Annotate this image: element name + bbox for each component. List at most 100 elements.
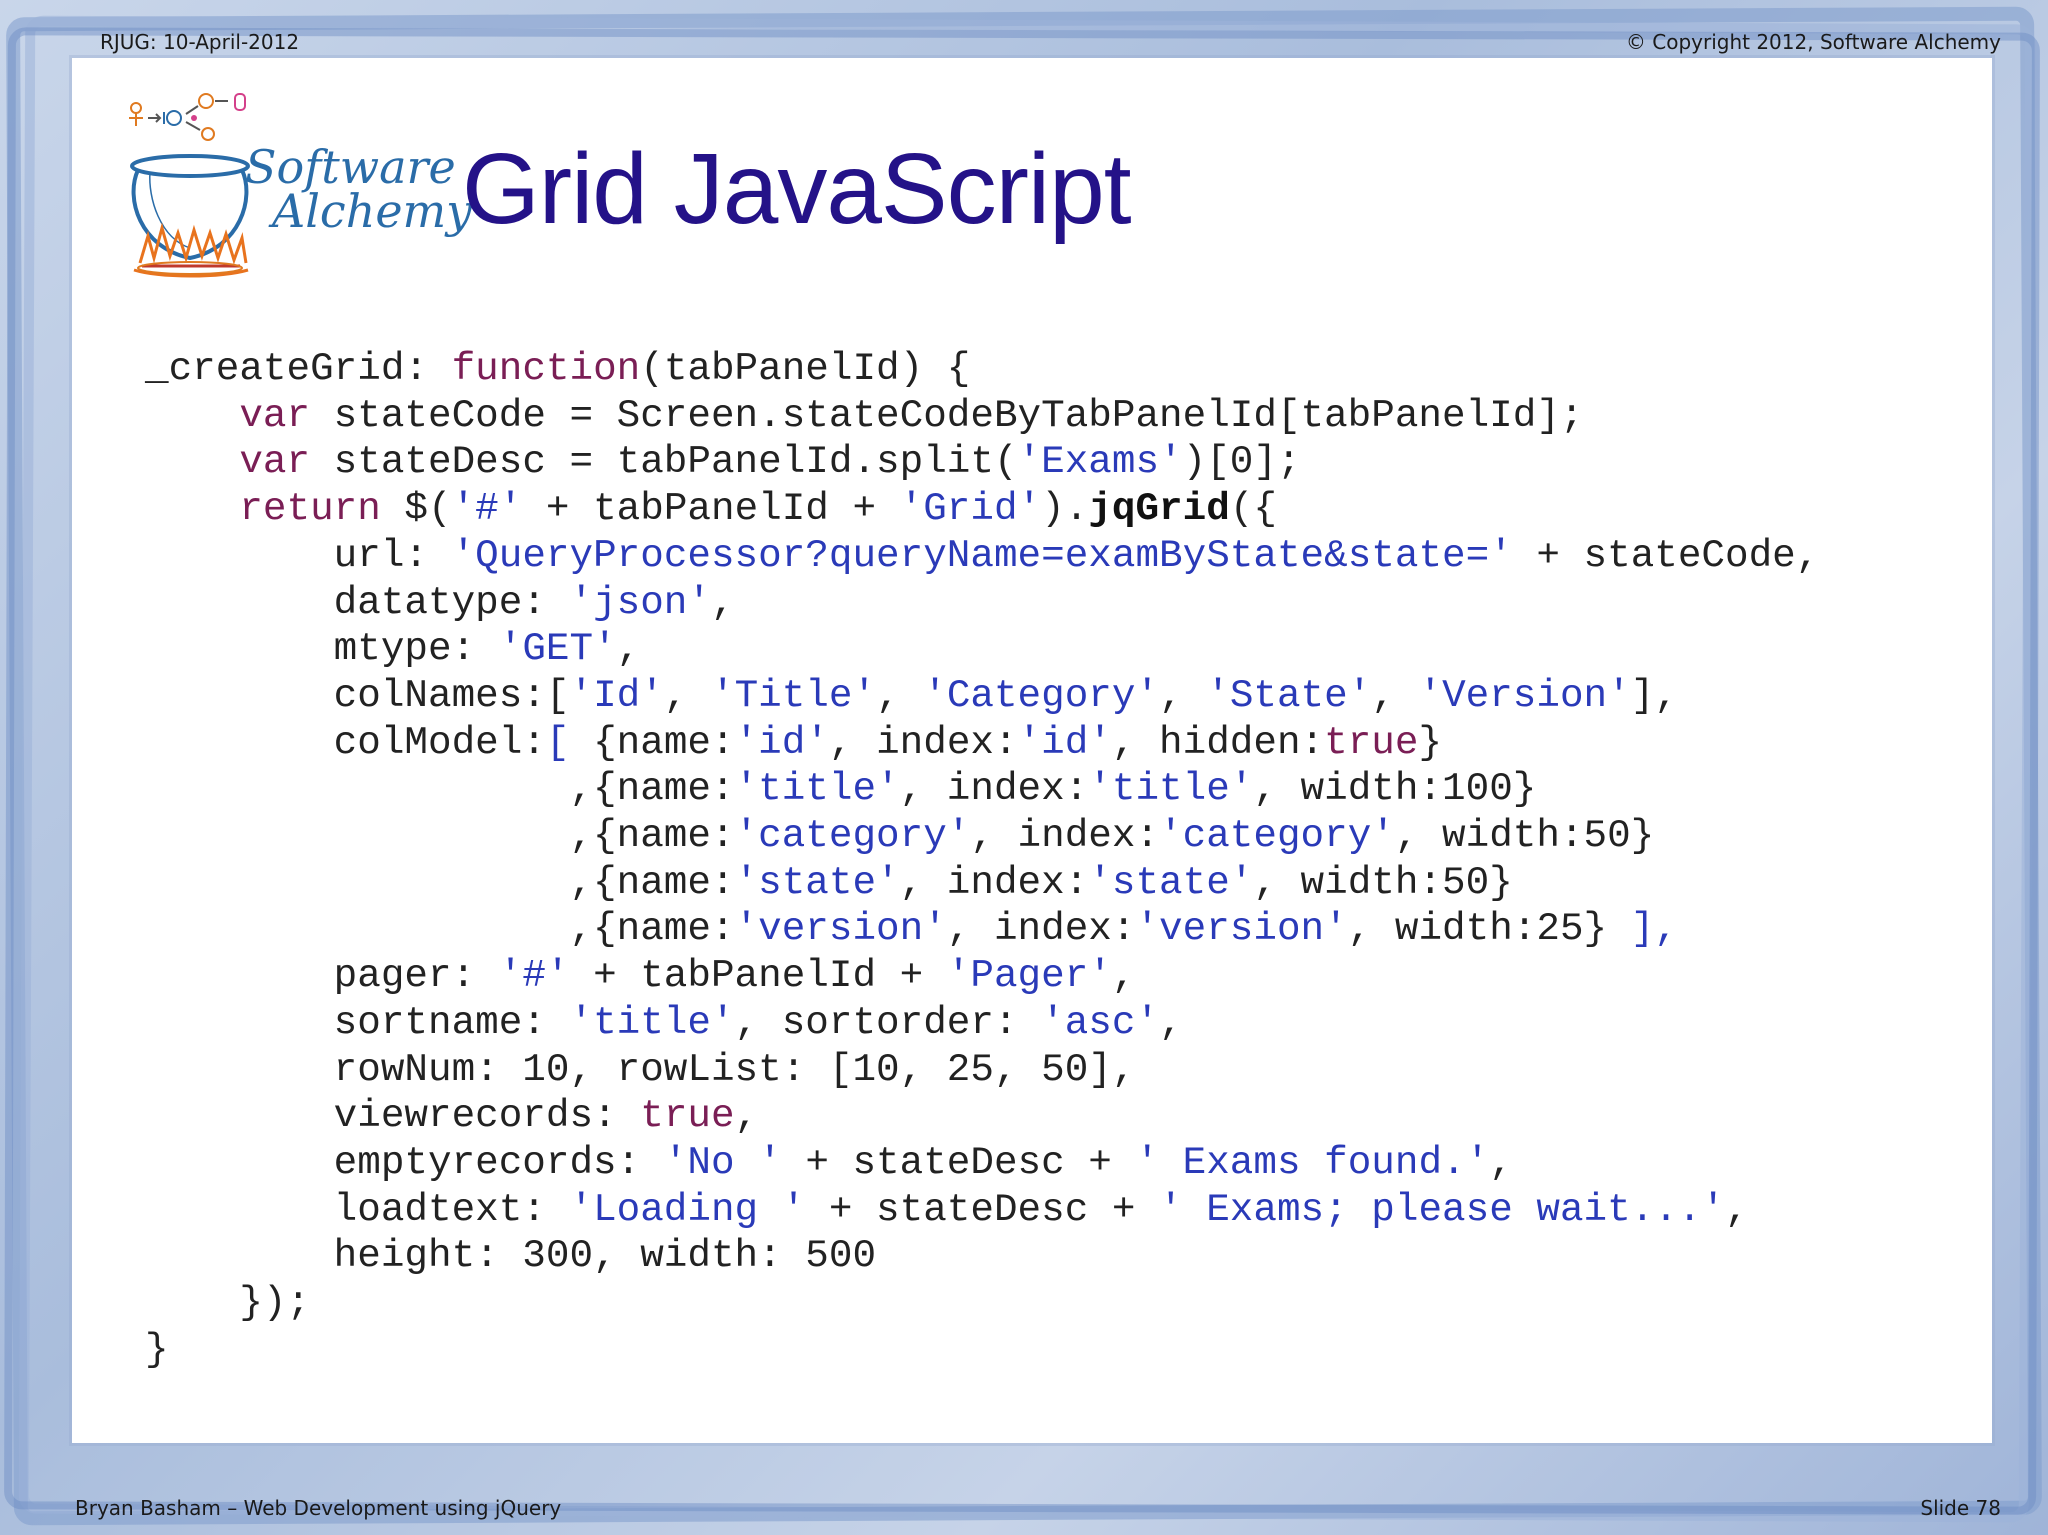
code-line: url: 'QueryProcessor?queryName=examBySta… xyxy=(145,532,1820,580)
header-copyright: © Copyright 2012, Software Alchemy xyxy=(1625,30,2001,54)
code-line: _createGrid: function(tabPanelId) { xyxy=(145,346,1819,393)
code-line: ,{name:'title', index:'title', width:100… xyxy=(145,766,1819,813)
code-text: loadtext: xyxy=(145,1186,570,1232)
code-keyword: return xyxy=(239,486,381,532)
code-text: emptyrecords: xyxy=(145,1139,664,1185)
code-text: , index: xyxy=(899,859,1089,905)
code-text: ,{name: xyxy=(145,766,735,812)
code-string: 'title' xyxy=(569,999,735,1045)
code-string: 'Grid' xyxy=(899,486,1042,532)
code-text: url: xyxy=(145,532,452,578)
code-text: , xyxy=(616,626,641,672)
code-text: sortname: xyxy=(145,999,570,1045)
code-keyword: true xyxy=(640,1093,735,1139)
code-text: , xyxy=(663,672,711,718)
code-text: } xyxy=(145,1326,169,1372)
code-line: colNames:['Id', 'Title', 'Category', 'St… xyxy=(145,673,1819,720)
code-text: , xyxy=(1159,999,1183,1045)
code-line: datatype: 'json', xyxy=(145,580,1819,627)
code-line: mtype: 'GET', xyxy=(145,626,1819,673)
code-line: ,{name:'version', index:'version', width… xyxy=(145,906,1819,953)
code-text: , sortorder: xyxy=(734,999,1042,1045)
code-text: + tabPanelId + xyxy=(569,953,947,999)
code-string: '#' xyxy=(451,486,523,532)
code-text: , xyxy=(710,579,735,625)
code-text: , index: xyxy=(828,719,1018,765)
code-line: ,{name:'category', index:'category', wid… xyxy=(145,813,1819,860)
code-text: _createGrid: xyxy=(145,346,452,391)
code-text: )[0]; xyxy=(1182,439,1301,485)
code-line: emptyrecords: 'No ' + stateDesc + ' Exam… xyxy=(145,1140,1819,1187)
code-text: pager: xyxy=(145,953,499,999)
code-text: , index: xyxy=(970,813,1160,859)
code-text: + stateDesc + xyxy=(781,1139,1136,1185)
code-text: } xyxy=(1418,719,1443,765)
code-string: 'Exams' xyxy=(1017,439,1183,485)
code-text: ,{name: xyxy=(145,859,735,905)
footer-author: Bryan Basham – Web Development using jQu… xyxy=(75,1496,562,1520)
code-string: 'No ' xyxy=(663,1139,782,1185)
code-line: rowNum: 10, rowList: [10, 25, 50], xyxy=(145,1047,1819,1094)
code-text: , xyxy=(1725,1186,1749,1232)
code-text: , xyxy=(1159,672,1207,718)
code-line: return $('#' + tabPanelId + 'Grid').jqGr… xyxy=(145,486,1819,533)
code-line: var stateCode = Screen.stateCodeByTabPan… xyxy=(145,393,1819,440)
code-text: {name: xyxy=(569,719,735,765)
slide-title: Grid JavaScript xyxy=(462,133,1132,245)
code-text: ({ xyxy=(1229,486,1277,532)
code-keyword: var xyxy=(239,392,311,438)
code-keyword: var xyxy=(239,439,311,485)
code-line: sortname: 'title', sortorder: 'asc', xyxy=(145,1000,1819,1047)
code-line: pager: '#' + tabPanelId + 'Pager', xyxy=(145,953,1819,1000)
code-text: , hidden: xyxy=(1111,719,1325,765)
code-string: 'id' xyxy=(734,719,829,765)
code-string: 'category' xyxy=(1159,813,1395,859)
code-string: ' Exams found.' xyxy=(1135,1139,1490,1185)
header-date: RJUG: 10-April-2012 xyxy=(100,30,300,54)
code-string: 'title' xyxy=(734,766,900,812)
code-line: viewrecords: true, xyxy=(145,1093,1819,1140)
code-string: 'state' xyxy=(734,859,900,905)
code-text: + stateCode, xyxy=(1512,532,1820,578)
code-text: $( xyxy=(380,486,452,532)
code-text: + tabPanelId + xyxy=(522,486,900,532)
code-text: , xyxy=(734,1093,759,1139)
code-text: stateDesc = tabPanelId.split( xyxy=(310,439,1018,485)
code-string: 'GET' xyxy=(498,626,617,672)
code-text: viewrecords: xyxy=(145,1093,641,1139)
code-string: 'category' xyxy=(734,813,971,859)
code-string: 'state' xyxy=(1088,859,1254,905)
code-text: ,{name: xyxy=(145,813,735,859)
code-line: var stateDesc = tabPanelId.split('Exams'… xyxy=(145,439,1819,486)
code-string: 'Pager' xyxy=(946,953,1112,999)
code-method: jqGrid xyxy=(1088,486,1230,532)
code-string: 'version' xyxy=(1135,906,1348,952)
code-text: (tabPanelId) { xyxy=(640,346,971,391)
code-text: , index: xyxy=(899,766,1089,812)
code-line: loadtext: 'Loading ' + stateDesc + ' Exa… xyxy=(145,1187,1819,1234)
code-string: 'QueryProcessor?queryName=examByState&st… xyxy=(451,532,1513,578)
code-block: _createGrid: function(tabPanelId) { var … xyxy=(145,346,1819,1373)
code-text: stateCode = Screen.stateCodeByTabPanelId… xyxy=(310,392,1584,438)
software-alchemy-logo: Software Alchemy xyxy=(120,88,472,278)
code-text: , index: xyxy=(946,906,1136,952)
code-string: ' Exams; please wait...' xyxy=(1159,1186,1726,1232)
code-text: , width:100} xyxy=(1253,766,1537,812)
logo-text-alchemy: Alchemy xyxy=(272,184,473,238)
code-text: }); xyxy=(145,1280,311,1326)
code-text: , width:50} xyxy=(1394,813,1655,859)
code-string: 'Category' xyxy=(923,672,1160,718)
code-text: ). xyxy=(1041,486,1089,532)
code-text: ], xyxy=(1630,672,1678,718)
code-text: rowNum: 10, rowList: [10, 25, 50], xyxy=(145,1046,1136,1092)
code-line: colModel:[ {name:'id', index:'id', hidde… xyxy=(145,720,1819,767)
code-string: 'asc' xyxy=(1041,999,1160,1045)
code-string: 'State' xyxy=(1206,672,1372,718)
code-string: 'Version' xyxy=(1418,672,1631,718)
code-line: } xyxy=(145,1327,1819,1374)
code-string: '#' xyxy=(498,953,570,999)
code-keyword: true xyxy=(1324,719,1419,765)
